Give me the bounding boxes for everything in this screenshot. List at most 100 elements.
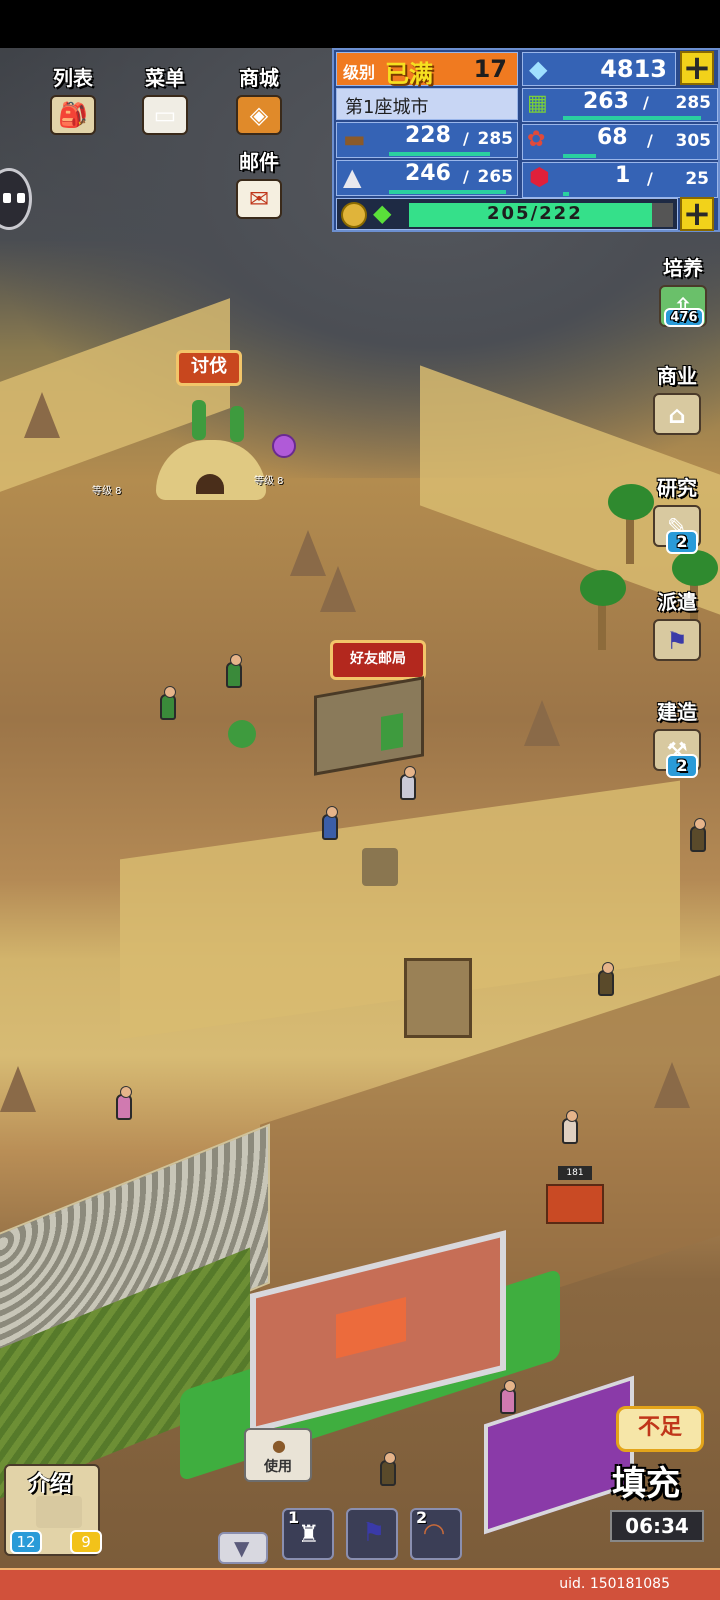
flower-monster[interactable] bbox=[272, 434, 296, 458]
villager[interactable] bbox=[380, 1452, 396, 1486]
wood-max: 285 bbox=[477, 129, 514, 149]
villager[interactable] bbox=[160, 686, 176, 720]
rock-spire bbox=[24, 392, 60, 438]
refill-label: 填充 bbox=[612, 1464, 680, 1504]
quick-slot-2[interactable]: 2 ◠ bbox=[410, 1508, 462, 1560]
villager[interactable] bbox=[322, 806, 338, 840]
level-cell: 级别 已满 17 bbox=[336, 52, 518, 88]
train-label: 培养 bbox=[663, 256, 703, 280]
rock-spire bbox=[524, 700, 560, 746]
research-button[interactable]: 研究 ✎ 2 bbox=[646, 472, 708, 554]
villager[interactable] bbox=[562, 1110, 578, 1144]
post-office-door bbox=[381, 713, 403, 751]
shop-button[interactable]: 商城 ◈ bbox=[224, 62, 294, 135]
house-icon: ⌂ bbox=[653, 393, 701, 435]
villager[interactable] bbox=[598, 962, 614, 996]
rock-spire bbox=[0, 1066, 36, 1112]
level-tag: 等级 8 bbox=[254, 476, 284, 487]
tower-icon: ♜ bbox=[298, 1520, 320, 1548]
wood-current: 228 bbox=[405, 123, 451, 148]
villager[interactable] bbox=[500, 1380, 516, 1414]
build-button[interactable]: 建造 ⚒ 2 bbox=[646, 696, 708, 778]
rock-spire bbox=[654, 1062, 690, 1108]
food-icon: ▦ bbox=[527, 91, 548, 116]
cloth-bar bbox=[563, 154, 596, 158]
cloth-icon: ✿ bbox=[527, 127, 546, 152]
signboard-icon: ▭ bbox=[142, 95, 188, 135]
log-icon: ▬ bbox=[343, 125, 366, 153]
use-label: 使用 bbox=[264, 1459, 292, 1475]
coin-icon bbox=[341, 202, 367, 228]
shrub bbox=[228, 720, 256, 748]
kiln-icon: ◠ bbox=[424, 1518, 444, 1548]
dispatch-label: 派遣 bbox=[657, 590, 697, 614]
quick-slot-1[interactable]: 1 ♜ bbox=[282, 1508, 334, 1560]
villager[interactable] bbox=[116, 1086, 132, 1120]
ruby-bar bbox=[563, 192, 569, 196]
palm-tree bbox=[580, 570, 628, 680]
dispatch-button[interactable]: 派遣 ⚑ bbox=[646, 586, 708, 661]
research-label: 研究 bbox=[657, 476, 697, 500]
menu-button[interactable]: 菜单 ▭ bbox=[130, 62, 200, 135]
level-value: 17 bbox=[473, 55, 507, 83]
city-name: 第1座城市 bbox=[345, 97, 429, 118]
intro-badge-right: 9 bbox=[70, 1530, 102, 1554]
villager[interactable] bbox=[226, 654, 242, 688]
mail-label: 邮件 bbox=[239, 150, 279, 174]
statue[interactable] bbox=[362, 848, 398, 886]
refill-button[interactable]: 不足 填充 06:34 bbox=[604, 1404, 716, 1554]
list-button[interactable]: 列表 🎒 bbox=[38, 62, 108, 135]
mail-button[interactable]: 邮件 ✉ bbox=[224, 146, 294, 219]
post-office-sign[interactable]: 好友邮局 bbox=[330, 640, 426, 680]
shortage-tag: 不足 bbox=[616, 1406, 704, 1452]
use-item-button[interactable]: ● 使用 bbox=[244, 1428, 312, 1482]
intro-label: 介绍 bbox=[28, 1472, 73, 1497]
expedition-sign[interactable]: 讨伐 bbox=[176, 350, 242, 386]
quick-slot-flag[interactable]: ⚑ bbox=[346, 1508, 398, 1560]
train-button[interactable]: 培养 ⇧ 476 bbox=[652, 252, 714, 327]
collapse-button[interactable]: ▼ bbox=[218, 1532, 268, 1564]
ruby-current: 1 bbox=[615, 163, 631, 188]
stone-separator: / bbox=[463, 167, 469, 186]
bottom-bar: uid. 150181085 bbox=[0, 1568, 720, 1600]
menu-label: 菜单 bbox=[145, 66, 185, 90]
ruby-icon: ⬢ bbox=[529, 163, 550, 191]
stone-icon: ▲ bbox=[343, 163, 362, 191]
eye-right-icon bbox=[17, 193, 25, 203]
stone-max: 265 bbox=[477, 167, 514, 187]
uid-text: uid. 150181085 bbox=[559, 1576, 670, 1592]
wood-separator: / bbox=[463, 129, 469, 148]
cloth-max: 305 bbox=[675, 131, 712, 151]
intro-badge-left: 12 bbox=[10, 1530, 42, 1554]
intro-button[interactable]: 介绍 12 9 bbox=[4, 1464, 102, 1556]
wooden-gate[interactable] bbox=[404, 958, 472, 1038]
flag-icon: ⚑ bbox=[653, 619, 701, 661]
refill-timer: 06:34 bbox=[610, 1510, 704, 1542]
food-bar bbox=[563, 116, 701, 120]
status-bar bbox=[0, 0, 720, 48]
research-badge: 2 bbox=[666, 530, 698, 554]
villager[interactable] bbox=[690, 818, 706, 852]
game-map[interactable]: { "top_menu": { "list_label": "列表", "men… bbox=[0, 0, 720, 1600]
resource-panel: 级别 已满 17 ◆ 4813 + 第1座城市 ▦ 263 / 285 ▬ 22… bbox=[332, 48, 720, 232]
sand-patch bbox=[120, 780, 680, 1040]
post-office-building[interactable] bbox=[314, 676, 424, 776]
villager[interactable] bbox=[400, 766, 416, 800]
business-button[interactable]: 商业 ⌂ bbox=[646, 360, 708, 435]
gem-cell: ◆ 4813 bbox=[522, 52, 676, 86]
small-building[interactable]: 181 bbox=[546, 1166, 604, 1224]
add-gems-button[interactable]: + bbox=[680, 51, 714, 85]
food-current: 263 bbox=[583, 89, 629, 114]
food-max: 285 bbox=[675, 93, 712, 113]
list-label: 列表 bbox=[53, 66, 93, 90]
ruby-separator: / bbox=[647, 169, 653, 188]
stone-current: 246 bbox=[405, 161, 451, 186]
exp-cell: ◆ 205/222 bbox=[336, 198, 678, 230]
ruby-max: 25 bbox=[685, 169, 709, 189]
scroll-bag-icon: 🎒 bbox=[50, 95, 96, 135]
building-level-tag: 181 bbox=[558, 1166, 592, 1180]
cloth-cell: ✿ 68 / 305 bbox=[522, 124, 718, 160]
eye-left-icon bbox=[3, 193, 11, 203]
city-name-cell[interactable]: 第1座城市 bbox=[336, 88, 518, 120]
add-exp-button[interactable]: + bbox=[680, 197, 714, 231]
